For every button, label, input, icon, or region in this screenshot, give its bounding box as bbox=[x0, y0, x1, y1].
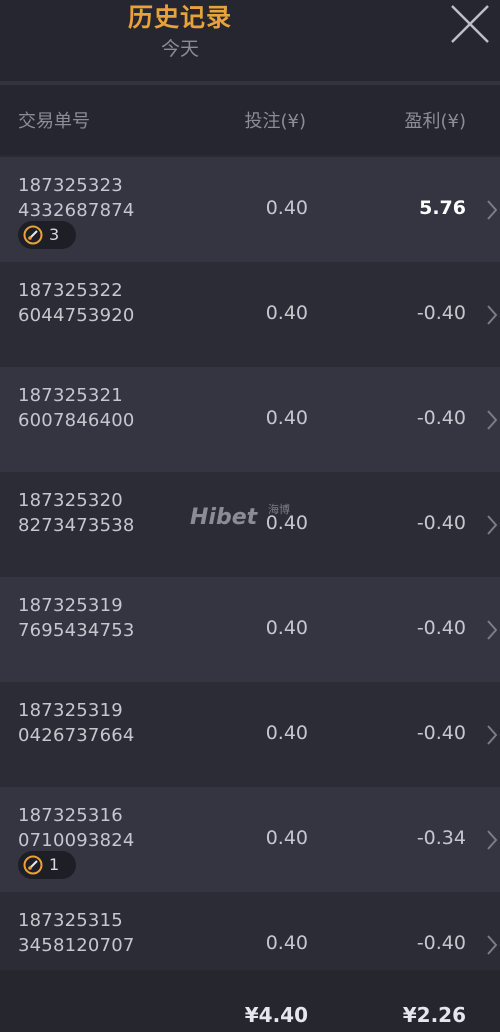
column-profit: 盈利(¥) bbox=[404, 111, 467, 132]
order-id-line1: 187325319 bbox=[18, 595, 123, 616]
order-id-line2: 4332687874 bbox=[18, 200, 135, 221]
history-row[interactable]: 187325321 6007846400 0.40 -0.40 bbox=[0, 367, 500, 472]
close-button[interactable] bbox=[448, 4, 492, 44]
order-id-line2: 0710093824 bbox=[18, 830, 135, 851]
free-spin-badge: 1 bbox=[18, 851, 76, 879]
page-title: 历史记录 bbox=[127, 3, 232, 32]
bet-amount: 0.40 bbox=[265, 197, 308, 219]
history-row[interactable]: 187325323 4332687874 0.40 5.76 3 bbox=[0, 157, 500, 262]
profit-amount: -0.40 bbox=[416, 512, 466, 534]
profit-amount: -0.40 bbox=[416, 932, 466, 954]
order-id-line2: 0426737664 bbox=[18, 725, 135, 746]
order-id-line1: 187325321 bbox=[18, 385, 123, 406]
bet-amount: 0.40 bbox=[265, 512, 308, 534]
order-id-line1: 187325322 bbox=[18, 280, 123, 301]
profit-amount: -0.40 bbox=[416, 407, 466, 429]
column-bet: 投注(¥) bbox=[244, 111, 307, 132]
order-id-line1: 187325319 bbox=[18, 700, 123, 721]
free-spin-count: 3 bbox=[49, 225, 60, 244]
free-spin-icon bbox=[23, 855, 43, 875]
order-id-line2: 3458120707 bbox=[18, 935, 135, 956]
totals-footer: ¥4.40 ¥2.26 bbox=[0, 970, 500, 1032]
profit-amount: -0.40 bbox=[416, 722, 466, 744]
chevron-right-icon bbox=[487, 410, 498, 430]
bet-amount: 0.40 bbox=[265, 302, 308, 324]
chevron-right-icon bbox=[487, 620, 498, 640]
profit-amount: -0.40 bbox=[416, 302, 466, 324]
free-spin-count: 1 bbox=[49, 855, 60, 874]
order-id-line1: 187325320 bbox=[18, 490, 123, 511]
bet-amount: 0.40 bbox=[265, 407, 308, 429]
profit-amount: -0.34 bbox=[416, 827, 466, 849]
chevron-right-icon bbox=[487, 935, 498, 955]
order-id-line1: 187325315 bbox=[18, 910, 123, 931]
history-list: 187325323 4332687874 0.40 5.76 3 187325322 604… bbox=[0, 157, 500, 997]
profit-amount: -0.40 bbox=[416, 617, 466, 639]
history-row[interactable]: 187325316 0710093824 0.40 -0.34 1 bbox=[0, 787, 500, 892]
bet-amount: 0.40 bbox=[265, 617, 308, 639]
total-bet: ¥4.40 bbox=[244, 1003, 308, 1027]
history-row[interactable]: 187325320 8273473538 0.40 -0.40 bbox=[0, 472, 500, 577]
free-spin-badge: 3 bbox=[18, 221, 76, 249]
order-id-line2: 6007846400 bbox=[18, 410, 135, 431]
chevron-right-icon bbox=[487, 830, 498, 850]
profit-amount: 5.76 bbox=[419, 197, 466, 219]
chevron-right-icon bbox=[487, 305, 498, 325]
free-spin-icon bbox=[23, 225, 43, 245]
bet-amount: 0.40 bbox=[265, 722, 308, 744]
bet-amount: 0.40 bbox=[265, 932, 308, 954]
order-id-line1: 187325323 bbox=[18, 175, 123, 196]
bet-amount: 0.40 bbox=[265, 827, 308, 849]
close-icon bbox=[451, 5, 489, 43]
chevron-right-icon bbox=[487, 725, 498, 745]
history-row[interactable]: 187325322 6044753920 0.40 -0.40 bbox=[0, 262, 500, 367]
column-header: 交易单号 投注(¥) 盈利(¥) bbox=[0, 85, 500, 155]
order-id-line2: 8273473538 bbox=[18, 515, 135, 536]
order-id-line1: 187325316 bbox=[18, 805, 123, 826]
header-bar: 历史记录 今天 bbox=[0, 0, 500, 82]
column-order-id: 交易单号 bbox=[18, 111, 90, 132]
chevron-right-icon bbox=[487, 200, 498, 220]
order-id-line2: 6044753920 bbox=[18, 305, 135, 326]
date-filter-label[interactable]: 今天 bbox=[0, 34, 360, 61]
total-profit: ¥2.26 bbox=[402, 1003, 466, 1027]
order-id-line2: 7695434753 bbox=[18, 620, 135, 641]
history-row[interactable]: 187325319 0426737664 0.40 -0.40 bbox=[0, 682, 500, 787]
chevron-right-icon bbox=[487, 515, 498, 535]
history-row[interactable]: 187325319 7695434753 0.40 -0.40 bbox=[0, 577, 500, 682]
